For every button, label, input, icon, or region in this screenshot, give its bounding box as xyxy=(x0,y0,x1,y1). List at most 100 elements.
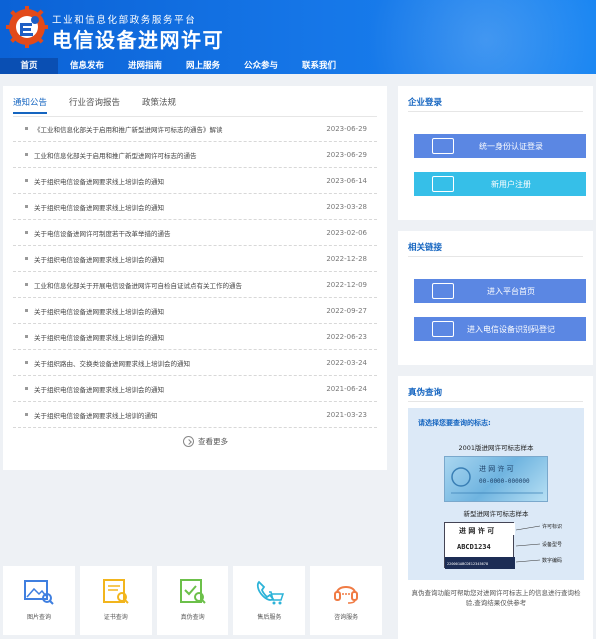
verify-sample-box: 请选择您要查询的标志: 2001版进网许可标志样本 进 网 许 可 00-000… xyxy=(408,408,584,580)
bullet-icon xyxy=(25,231,28,234)
nav-home[interactable]: 首页 xyxy=(0,58,58,74)
tab-policies[interactable]: 政策法规 xyxy=(142,96,176,114)
phone-cart-icon xyxy=(257,580,285,605)
news-item[interactable]: 关于组织电信设备进网要求线上培训会的通知 2023-06-14 xyxy=(13,168,377,194)
certificate-search-icon xyxy=(102,579,129,604)
annot-license-mark: 许可标识 xyxy=(542,523,562,530)
bullet-icon xyxy=(25,309,28,312)
section-divider xyxy=(408,401,583,402)
bullet-icon xyxy=(25,283,28,286)
news-date: 2023-06-14 xyxy=(326,176,367,185)
old-label-text: 进 网 许 可 xyxy=(479,464,514,473)
service-label: 证书查询 xyxy=(103,614,128,621)
arrow-circle-icon xyxy=(183,436,194,447)
news-title[interactable]: 关于组织电信设备进网要求线上培训会的通知 xyxy=(34,176,315,186)
service-shortcuts: 图片查询 证书查询 真伪查询 售后服务 咨询服务 xyxy=(3,566,387,635)
nav-online-service[interactable]: 网上服务 xyxy=(174,58,232,74)
site-title: 电信设备进网许可 xyxy=(52,28,224,52)
news-date: 2021-03-23 xyxy=(326,410,367,419)
login-section-title: 企业登录 xyxy=(408,98,443,108)
new-label-code: ABCD1234 xyxy=(457,543,491,551)
id-card-icon xyxy=(432,138,454,154)
news-item[interactable]: 关于组织电信设备进网要求线上培训会的通知 2023-03-28 xyxy=(13,194,377,220)
certificate-query-shortcut[interactable]: 证书查询 xyxy=(79,566,152,635)
bullet-icon xyxy=(25,335,28,338)
service-label: 图片查询 xyxy=(26,614,51,621)
button-label: 进入平台首页 xyxy=(487,286,535,296)
old-label-caption: 2001版进网许可标志样本 xyxy=(458,444,534,452)
news-title[interactable]: 工业和信息化部关于开展电信设备进网许可自检自证试点有关工作的通告 xyxy=(34,280,315,290)
news-item[interactable]: 关于组织路由、交换类设备进网要求线上培训会的通知 2022-03-24 xyxy=(13,350,377,376)
news-date: 2022-12-28 xyxy=(326,254,367,263)
annot-digital-code: 数字编码 xyxy=(542,557,562,564)
image-search-icon xyxy=(24,580,54,605)
related-links-panel: 相关链接 进入平台首页 进入电信设备识别码登记 xyxy=(398,231,593,365)
new-label-text: 进 网 许 可 xyxy=(459,526,494,535)
nav-public-participation[interactable]: 公众参与 xyxy=(232,58,290,74)
tab-notices[interactable]: 通知公告 xyxy=(13,96,48,114)
unified-auth-login-button[interactable]: 统一身份认证登录 xyxy=(414,134,586,158)
nav-guide[interactable]: 进网指南 xyxy=(116,58,174,74)
news-item[interactable]: 关于组织电信设备进网要求线上培训会的通知 2021-06-24 xyxy=(13,376,377,402)
news-date: 2023-02-06 xyxy=(326,228,367,237)
news-date: 2023-03-28 xyxy=(326,202,367,211)
news-item[interactable]: 《工业和信息化部关于启用和推广新型进网许可标志的通告》解读 2023-06-29 xyxy=(13,116,377,142)
news-item[interactable]: 关于组织电信设备进网要求线上培训会的通知 2022-06-23 xyxy=(13,324,377,350)
id-card-icon xyxy=(432,321,454,337)
verify-note: 真伪查询功能可帮助您对进网许可标志上的信息进行查询检验,查询结果仅供参考 xyxy=(411,589,581,607)
news-date: 2021-06-24 xyxy=(326,384,367,393)
new-label-serial: 220001ABCDE12345678 xyxy=(447,562,488,566)
section-divider xyxy=(408,111,583,112)
news-panel: 通知公告 行业咨询报告 政策法规 《工业和信息化部关于启用和推广新型进网许可标志… xyxy=(3,86,387,470)
news-item[interactable]: 关于组织电信设备进网要求线上培训会的通知 2022-12-28 xyxy=(13,246,377,272)
news-item[interactable]: 关于电信设备进网许可制度若干改革举措的通告 2023-02-06 xyxy=(13,220,377,246)
button-label: 新用户注册 xyxy=(491,179,531,189)
check-search-icon xyxy=(179,579,206,604)
news-title[interactable]: 关于组织电信设备进网要求线上培训会的通知 xyxy=(34,384,315,394)
consulting-shortcut[interactable]: 咨询服务 xyxy=(310,566,382,635)
news-title[interactable]: 工业和信息化部关于启用和推广新型进网许可标志的通告 xyxy=(34,150,315,160)
device-id-registration-button[interactable]: 进入电信设备识别码登记 xyxy=(414,317,586,341)
view-more-link[interactable]: 查看更多 xyxy=(183,436,228,447)
platform-home-button[interactable]: 进入平台首页 xyxy=(414,279,586,303)
new-license-label[interactable]: 进 网 许 可 ABCD1234 220001ABCDE12345678 xyxy=(444,522,515,569)
nav-contact[interactable]: 联系我们 xyxy=(290,58,348,74)
news-item[interactable]: 工业和信息化部关于启用和推广新型进网许可标志的通告 2023-06-29 xyxy=(13,142,377,168)
bullet-icon xyxy=(25,361,28,364)
section-divider xyxy=(408,256,583,257)
news-title[interactable]: 关于组织电信设备进网要求线上培训会的通知 xyxy=(34,306,315,316)
news-title[interactable]: 关于组织电信设备进网要求线上培训的通知 xyxy=(34,410,315,420)
verify-prompt: 请选择您要查询的标志: xyxy=(418,419,491,427)
news-title[interactable]: 关于电信设备进网许可制度若干改革举措的通告 xyxy=(34,228,315,238)
news-item[interactable]: 工业和信息化部关于开展电信设备进网许可自检自证试点有关工作的通告 2022-12-… xyxy=(13,272,377,298)
authenticity-query-shortcut[interactable]: 真伪查询 xyxy=(156,566,229,635)
service-label: 咨询服务 xyxy=(334,614,359,621)
news-title[interactable]: 关于组织电信设备进网要求线上培训会的通知 xyxy=(34,254,315,264)
news-tabs: 通知公告 行业咨询报告 政策法规 xyxy=(13,96,198,114)
news-title[interactable]: 《工业和信息化部关于启用和推广新型进网许可标志的通告》解读 xyxy=(34,124,315,134)
tab-industry-reports[interactable]: 行业咨询报告 xyxy=(69,96,120,114)
new-label-annotations: 许可标识 设备型号 数字编码 xyxy=(515,522,580,572)
headset-icon xyxy=(334,586,359,604)
image-query-shortcut[interactable]: 图片查询 xyxy=(3,566,75,635)
after-sales-shortcut[interactable]: 售后服务 xyxy=(233,566,306,635)
news-list: 《工业和信息化部关于启用和推广新型进网许可标志的通告》解读 2023-06-29 … xyxy=(13,116,377,428)
register-button[interactable]: 新用户注册 xyxy=(414,172,586,196)
news-title[interactable]: 关于组织电信设备进网要求线上培训会的通知 xyxy=(34,332,315,342)
login-panel: 企业登录 统一身份认证登录 新用户注册 xyxy=(398,86,593,220)
verify-section-title: 真伪查询 xyxy=(408,388,443,398)
news-title[interactable]: 关于组织电信设备进网要求线上培训会的通知 xyxy=(34,202,315,212)
button-label: 进入电信设备识别码登记 xyxy=(467,324,555,334)
bullet-icon xyxy=(25,413,28,416)
nav-info-release[interactable]: 信息发布 xyxy=(58,58,116,74)
bullet-icon xyxy=(25,257,28,260)
id-card-icon xyxy=(432,283,454,299)
news-title[interactable]: 关于组织路由、交换类设备进网要求线上培训会的通知 xyxy=(34,358,315,368)
ministry-logo-icon[interactable] xyxy=(6,6,48,48)
bullet-icon xyxy=(25,127,28,130)
news-date: 2023-06-29 xyxy=(326,124,367,133)
old-license-label[interactable]: 进 网 许 可 00-0000-000000 xyxy=(444,456,548,502)
news-item[interactable]: 关于组织电信设备进网要求线上培训的通知 2021-03-23 xyxy=(13,402,377,428)
bullet-icon xyxy=(25,205,28,208)
news-item[interactable]: 关于组织电信设备进网要求线上培训会的通知 2022-09-27 xyxy=(13,298,377,324)
